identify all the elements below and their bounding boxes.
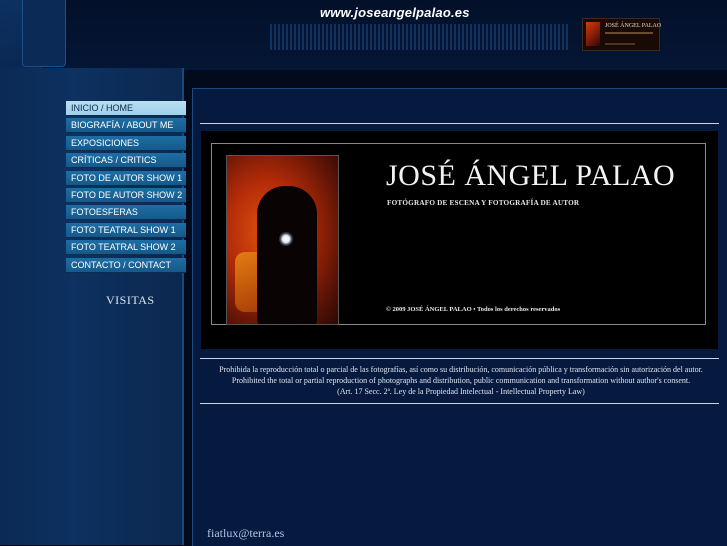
logo-photo — [586, 22, 600, 46]
nav-item-theater-show-2[interactable]: FOTO TEATRAL SHOW 2 — [66, 240, 186, 256]
logo-line — [605, 43, 635, 45]
header-logo[interactable]: JOSÉ ÁNGEL PALAO — [582, 18, 662, 51]
decorative-strip — [22, 0, 66, 67]
nav-item-fotoesferas[interactable]: FOTOESFERAS — [66, 205, 186, 221]
nav-item-critics[interactable]: CRÍTICAS / CRITICS — [66, 153, 186, 169]
photo-silhouette — [257, 186, 317, 324]
nav-item-author-show-1[interactable]: FOTO DE AUTOR SHOW 1 — [66, 170, 186, 186]
nav-item-biography[interactable]: BIOGRAFÍA / ABOUT ME — [66, 118, 186, 134]
logo-line — [605, 32, 653, 34]
nav-item-author-show-2[interactable]: FOTO DE AUTOR SHOW 2 — [66, 187, 186, 203]
nav-item-home[interactable]: INICIO / HOME — [66, 101, 186, 116]
header-band — [270, 24, 570, 50]
divider — [200, 403, 719, 404]
legal-line-en: Prohibited the total or partial reproduc… — [231, 376, 691, 386]
banner-subtitle: FOTÓGRAFO DE ESCENA Y FOTOGRAFÍA DE AUTO… — [387, 199, 580, 207]
main-nav: INICIO / HOME BIOGRAFÍA / ABOUT ME EXPOS… — [66, 101, 186, 275]
divider — [200, 358, 719, 359]
hero-banner: JOSÉ ÁNGEL PALAO FOTÓGRAFO DE ESCENA Y F… — [201, 131, 718, 349]
divider — [200, 123, 719, 124]
legal-line-es: Prohibida la reproducción total o parcia… — [219, 365, 703, 374]
visitas-label: VISITAS — [106, 293, 155, 307]
logo-text: JOSÉ ÁNGEL PALAO — [605, 23, 662, 29]
nav-item-exhibitions[interactable]: EXPOSICIONES — [66, 135, 186, 151]
banner-title: JOSÉ ÁNGEL PALAO — [386, 159, 676, 192]
legal-line-law: (Art. 17 Secc. 2ª. Ley de la Propiedad I… — [337, 387, 585, 397]
site-url: www.joseangelpalao.es — [320, 5, 470, 20]
camera-flash-icon — [279, 232, 293, 246]
contact-email-link[interactable]: fiatlux@terra.es — [207, 526, 284, 541]
banner-copyright: © 2009 JOSÉ ÁNGEL PALAO • Todos los dere… — [386, 306, 561, 313]
photographer-photo — [226, 155, 339, 325]
nav-item-theater-show-1[interactable]: FOTO TEATRAL SHOW 1 — [66, 222, 186, 238]
legal-notice: Prohibida la reproducción total o parcia… — [200, 364, 722, 398]
nav-item-contact[interactable]: CONTACTO / CONTACT — [66, 257, 186, 273]
